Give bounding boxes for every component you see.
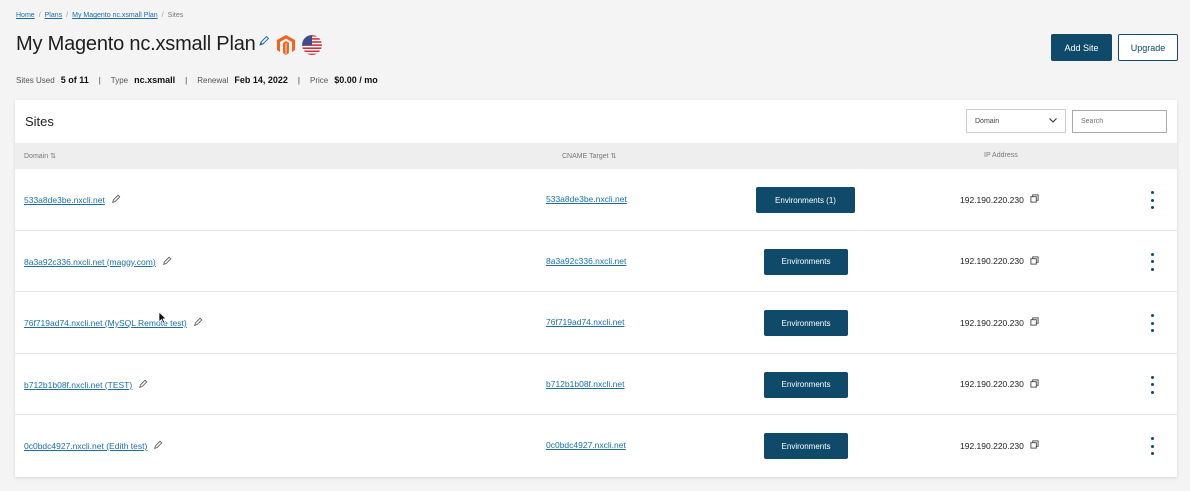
breadcrumb-plan[interactable]: My Magento nc.xsmall Plan xyxy=(72,12,158,19)
breadcrumb-separator: / xyxy=(161,12,164,19)
kebab-menu-icon[interactable] xyxy=(1148,437,1156,455)
table-row: b712b1b08f.nxcli.net (TEST) b712b1b08f.n… xyxy=(15,354,1177,415)
table-row: 8a3a92c336.nxcli.net (maggy.com) 8a3a92c… xyxy=(15,231,1177,292)
pencil-icon[interactable] xyxy=(258,34,270,46)
breadcrumb-separator: / xyxy=(66,12,69,19)
sites-used-value: 5 of 11 xyxy=(60,75,89,85)
us-flag-icon xyxy=(301,34,322,55)
renewal-value: Feb 14, 2022 xyxy=(234,75,288,85)
copy-icon[interactable] xyxy=(1030,440,1039,451)
column-header-cname[interactable]: CNAME Target ⇅ xyxy=(562,152,616,160)
environments-button[interactable]: Environments xyxy=(764,433,848,459)
magento-logo-icon xyxy=(276,34,296,56)
environments-button[interactable]: Environments (1) xyxy=(756,187,855,213)
domain-cell: b712b1b08f.nxcli.net (TEST) xyxy=(24,379,148,391)
copy-icon[interactable] xyxy=(1030,317,1039,328)
search-field-select-value: Domain xyxy=(975,117,1000,125)
breadcrumb: Home / Plans / My Magento nc.xsmall Plan… xyxy=(16,12,183,19)
sites-table-body: 533a8de3be.nxcli.net 533a8de3be.nxcli.ne… xyxy=(15,169,1177,477)
table-row: 0c0bdc4927.nxcli.net (Edith test) 0c0bdc… xyxy=(15,415,1177,477)
pencil-icon[interactable] xyxy=(153,440,163,452)
add-site-button[interactable]: Add Site xyxy=(1051,34,1112,61)
cname-link[interactable]: 533a8de3be.nxcli.net xyxy=(546,194,627,204)
environments-button[interactable]: Environments xyxy=(764,310,848,336)
column-header-domain[interactable]: Domain ⇅ xyxy=(24,152,56,160)
ip-address: 192.190.220.230 xyxy=(960,379,1024,389)
ip-cell: 192.190.220.230 xyxy=(960,194,1039,205)
page-title: My Magento nc.xsmall Plan xyxy=(16,33,256,55)
kebab-menu-icon[interactable] xyxy=(1148,375,1156,394)
ip-address: 192.190.220.230 xyxy=(960,317,1024,328)
column-header-ip: IP Address xyxy=(984,152,1018,159)
sites-used-label: Sites Used xyxy=(16,75,55,85)
ip-cell: 192.190.220.230 xyxy=(960,440,1039,451)
type-value: nc.xsmall xyxy=(134,75,176,85)
kebab-menu-icon[interactable] xyxy=(1148,314,1156,332)
domain-link[interactable]: b712b1b08f.nxcli.net (TEST) xyxy=(24,380,132,390)
pencil-icon[interactable] xyxy=(138,379,148,391)
renewal-label: Renewal xyxy=(197,75,229,85)
table-header: Domain ⇅ CNAME Target ⇅ IP Address xyxy=(15,143,1177,169)
ip-address: 192.190.220.230 xyxy=(960,256,1024,266)
price-label: Price xyxy=(310,75,329,85)
sites-panel-title: Sites xyxy=(25,114,54,129)
ip-address: 192.190.220.230 xyxy=(960,194,1024,205)
upgrade-button[interactable]: Upgrade xyxy=(1118,34,1178,61)
cname-link[interactable]: b712b1b08f.nxcli.net xyxy=(546,379,624,389)
domain-link[interactable]: 8a3a92c336.nxcli.net (maggy.com) xyxy=(24,257,156,267)
environments-button[interactable]: Environments xyxy=(764,371,848,398)
ip-cell: 192.190.220.230 xyxy=(960,255,1039,267)
ip-address: 192.190.220.230 xyxy=(960,440,1024,451)
meta-divider: | xyxy=(98,75,101,85)
breadcrumb-separator: / xyxy=(38,12,41,19)
cname-link[interactable]: 0c0bdc4927.nxcli.net xyxy=(546,440,626,450)
cname-link[interactable]: 8a3a92c336.nxcli.net xyxy=(546,256,626,266)
kebab-menu-icon[interactable] xyxy=(1148,252,1156,271)
pencil-icon[interactable] xyxy=(111,194,121,206)
cname-link[interactable]: 76f719ad74.nxcli.net xyxy=(546,317,624,327)
copy-icon[interactable] xyxy=(1030,378,1039,390)
breadcrumb-current: Sites xyxy=(167,12,184,19)
domain-cell: 0c0bdc4927.nxcli.net (Edith test) xyxy=(24,440,163,452)
pencil-icon[interactable] xyxy=(193,317,203,329)
ip-cell: 192.190.220.230 xyxy=(960,378,1039,390)
mouse-cursor-icon xyxy=(158,311,167,329)
search-field-select[interactable]: Domain xyxy=(966,109,1066,133)
kebab-menu-icon[interactable] xyxy=(1148,191,1156,209)
domain-cell: 533a8de3be.nxcli.net xyxy=(24,194,121,206)
domain-cell: 8a3a92c336.nxcli.net (maggy.com) xyxy=(24,256,172,268)
environments-button[interactable]: Environments xyxy=(764,248,848,275)
breadcrumb-plans[interactable]: Plans xyxy=(45,12,63,19)
sites-panel-header: Sites Domain xyxy=(15,100,1177,143)
plan-meta: Sites Used 5 of 11 | Type nc.xsmall | Re… xyxy=(16,75,378,85)
domain-link[interactable]: 533a8de3be.nxcli.net xyxy=(24,195,105,205)
copy-icon[interactable] xyxy=(1030,194,1039,205)
type-label: Type xyxy=(110,75,129,85)
sites-panel: Sites Domain Domain ⇅ CNAME Target ⇅ IP … xyxy=(15,100,1177,477)
domain-cell: 76f719ad74.nxcli.net (MySQL Remote test) xyxy=(24,317,203,329)
meta-divider: | xyxy=(297,75,300,85)
table-row: 76f719ad74.nxcli.net (MySQL Remote test)… xyxy=(15,292,1177,354)
search-input[interactable] xyxy=(1072,110,1167,133)
pencil-icon[interactable] xyxy=(162,256,172,268)
meta-divider: | xyxy=(185,75,188,85)
chevron-down-icon xyxy=(1049,117,1057,125)
ip-cell: 192.190.220.230 xyxy=(960,317,1039,328)
table-row: 533a8de3be.nxcli.net 533a8de3be.nxcli.ne… xyxy=(15,169,1177,231)
domain-link[interactable]: 0c0bdc4927.nxcli.net (Edith test) xyxy=(24,441,147,451)
copy-icon[interactable] xyxy=(1030,255,1039,267)
title-row: My Magento nc.xsmall Plan xyxy=(16,33,322,56)
price-value: $0.00 / mo xyxy=(334,75,378,85)
breadcrumb-home[interactable]: Home xyxy=(16,12,35,19)
